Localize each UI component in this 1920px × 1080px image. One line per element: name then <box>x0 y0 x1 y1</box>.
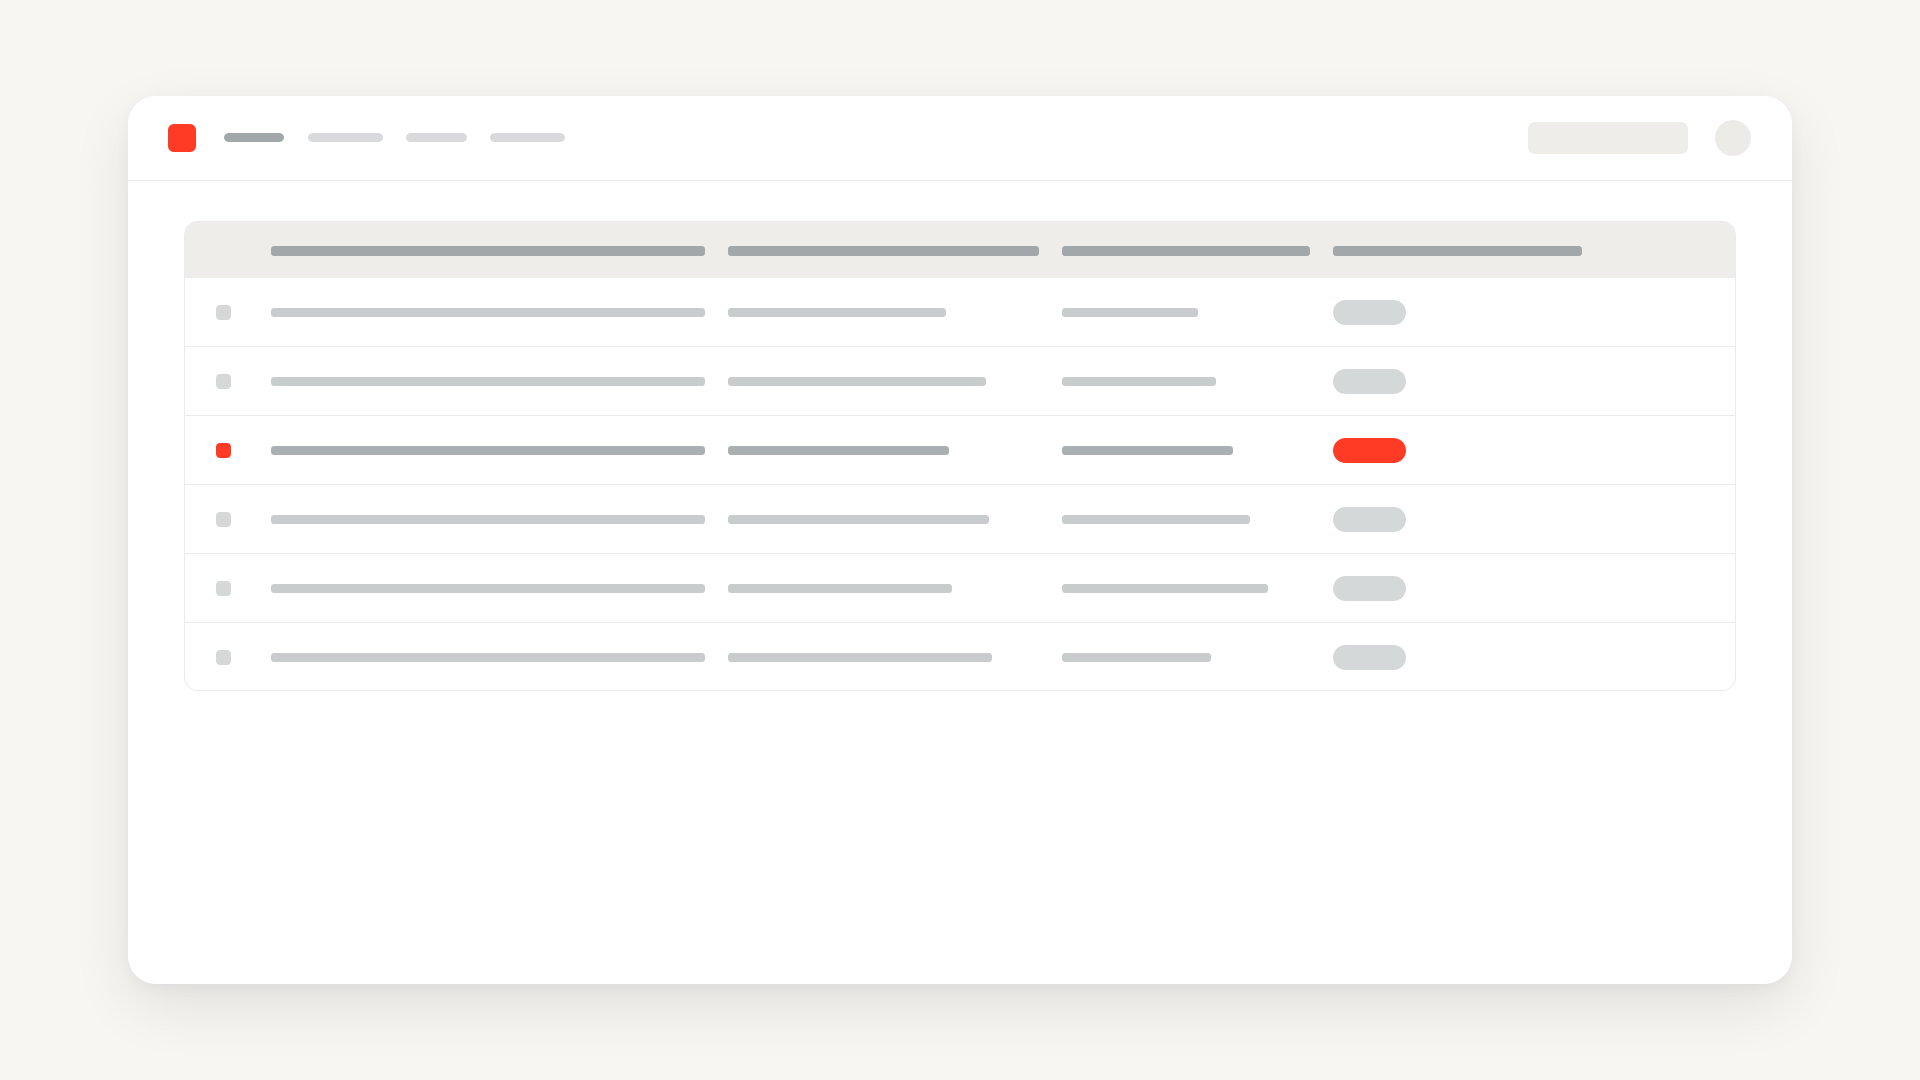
table-cell <box>728 653 992 662</box>
status-badge <box>1333 369 1406 394</box>
table-cell <box>728 515 989 524</box>
table-cell <box>1062 515 1250 524</box>
row-checkbox[interactable] <box>216 443 231 458</box>
table-header <box>185 222 1735 278</box>
status-badge <box>1333 576 1406 601</box>
table-cell <box>1062 377 1216 386</box>
column-header-4[interactable] <box>1333 246 1582 256</box>
row-checkbox[interactable] <box>216 374 231 389</box>
nav-item-4[interactable] <box>490 133 565 142</box>
column-header-3[interactable] <box>1062 246 1310 256</box>
row-checkbox[interactable] <box>216 581 231 596</box>
app-logo-icon[interactable] <box>168 124 196 152</box>
row-checkbox[interactable] <box>216 305 231 320</box>
status-badge <box>1333 645 1406 670</box>
search-input[interactable] <box>1528 122 1688 154</box>
table-body <box>185 278 1735 690</box>
table-cell <box>271 515 705 524</box>
status-badge <box>1333 300 1406 325</box>
table-cell <box>1062 308 1198 317</box>
data-table <box>184 221 1736 691</box>
column-header-2[interactable] <box>728 246 1039 256</box>
app-window <box>128 96 1792 984</box>
table-row[interactable] <box>185 485 1735 554</box>
column-header-1[interactable] <box>271 246 705 256</box>
table-cell <box>728 308 946 317</box>
status-badge <box>1333 507 1406 532</box>
table-row[interactable] <box>185 416 1735 485</box>
table-cell <box>1062 446 1233 455</box>
nav-item-1[interactable] <box>224 133 284 142</box>
nav-item-3[interactable] <box>406 133 467 142</box>
row-checkbox[interactable] <box>216 512 231 527</box>
table-row[interactable] <box>185 278 1735 347</box>
table-cell <box>271 584 705 593</box>
table-cell <box>1062 653 1211 662</box>
table-cell <box>1062 584 1268 593</box>
table-cell <box>728 584 952 593</box>
table-cell <box>271 377 705 386</box>
table-row[interactable] <box>185 623 1735 690</box>
table-cell <box>271 653 705 662</box>
table-row[interactable] <box>185 554 1735 623</box>
top-navigation-bar <box>128 96 1792 181</box>
table-row[interactable] <box>185 347 1735 416</box>
table-cell <box>728 446 949 455</box>
nav-item-2[interactable] <box>308 133 383 142</box>
table-cell <box>728 377 986 386</box>
table-cell <box>271 446 705 455</box>
row-checkbox[interactable] <box>216 650 231 665</box>
user-avatar-icon[interactable] <box>1715 120 1751 156</box>
table-cell <box>271 308 705 317</box>
status-badge <box>1333 438 1406 463</box>
